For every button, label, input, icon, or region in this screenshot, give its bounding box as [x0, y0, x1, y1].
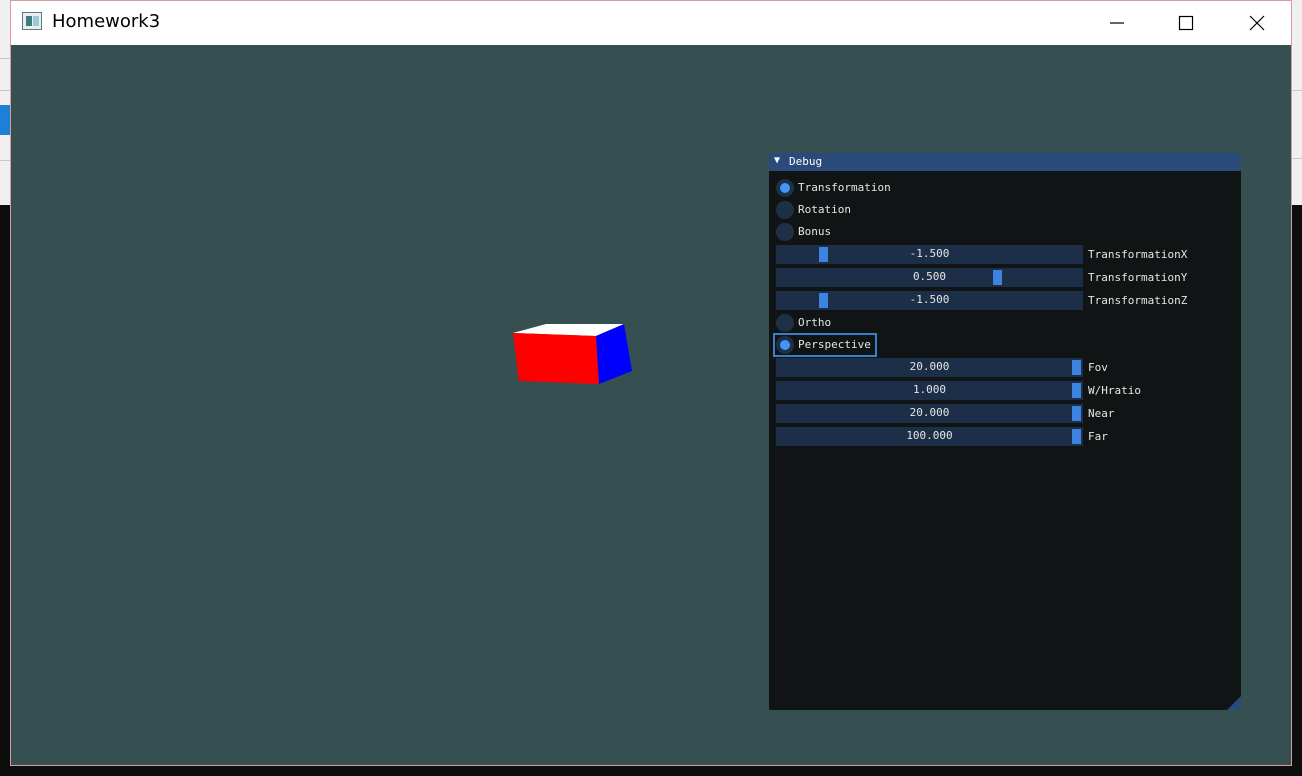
slider-label: Fov: [1088, 361, 1108, 374]
close-button[interactable]: [1234, 1, 1280, 45]
radio-button[interactable]: [776, 314, 794, 332]
slider-row-far: 100.000 Far: [769, 427, 1241, 447]
radio-transformation[interactable]: Transformation: [769, 178, 1241, 198]
debug-title-bar[interactable]: ▼ Debug: [769, 153, 1241, 171]
radio-label: Perspective: [798, 338, 871, 351]
minimize-icon: [1110, 22, 1124, 24]
slider-row-fov: 20.000 Fov: [769, 358, 1241, 378]
slider-value: 20.000: [909, 360, 950, 373]
slider-label: TransformationX: [1088, 248, 1188, 261]
radio-rotation[interactable]: Rotation: [769, 200, 1241, 220]
slider-transformation-z[interactable]: -1.500: [776, 291, 1083, 310]
slider-far[interactable]: 100.000: [776, 427, 1083, 446]
window-title: Homework3: [52, 11, 161, 32]
slider-transformation-y[interactable]: 0.500: [776, 268, 1083, 287]
slider-value: -1.500: [909, 247, 950, 260]
minimize-button[interactable]: [1094, 1, 1140, 45]
triangle-down-icon[interactable]: ▼: [774, 155, 780, 166]
radio-label: Bonus: [798, 225, 832, 238]
slider-transformation-x[interactable]: -1.500: [776, 245, 1083, 264]
slider-label: Near: [1088, 407, 1115, 420]
radio-button[interactable]: [776, 336, 794, 354]
slider-label: TransformationZ: [1088, 294, 1188, 307]
radio-perspective[interactable]: Perspective: [769, 333, 1241, 357]
slider-label: W/Hratio: [1088, 384, 1141, 397]
radio-button[interactable]: [776, 223, 794, 241]
slider-value: 100.000: [906, 429, 953, 442]
maximize-icon: [1178, 15, 1194, 31]
radio-label: Ortho: [798, 316, 832, 329]
slider-value: -1.500: [909, 293, 950, 306]
maximize-button[interactable]: [1163, 1, 1209, 45]
radio-ortho[interactable]: Ortho: [769, 313, 1241, 333]
resize-grip[interactable]: [1227, 696, 1241, 710]
radio-label: Rotation: [798, 203, 851, 216]
radio-button[interactable]: [776, 201, 794, 219]
debug-title: Debug: [789, 155, 823, 168]
slider-label: Far: [1088, 430, 1108, 443]
cube-front-face: [513, 333, 599, 384]
slider-wh-ratio[interactable]: 1.000: [776, 381, 1083, 400]
render-viewport[interactable]: ▼ Debug Transformation Rotation Bonus -1…: [11, 45, 1291, 765]
slider-row-transformation-x: -1.500 TransformationX: [769, 245, 1241, 265]
cube-model: [513, 324, 632, 384]
slider-value: 0.500: [912, 270, 947, 283]
slider-label: TransformationY: [1088, 271, 1188, 284]
slider-near[interactable]: 20.000: [776, 404, 1083, 423]
app-window: Homework3 ▼ Debug Transformation Rotatio…: [10, 0, 1292, 766]
slider-row-near: 20.000 Near: [769, 404, 1241, 424]
slider-value: 1.000: [912, 383, 947, 396]
slider-row-wh-ratio: 1.000 W/Hratio: [769, 381, 1241, 401]
radio-label: Transformation: [798, 181, 891, 194]
slider-row-transformation-z: -1.500 TransformationZ: [769, 291, 1241, 311]
slider-value: 20.000: [909, 406, 950, 419]
background-app-right: [1291, 0, 1302, 205]
slider-row-transformation-y: 0.500 TransformationY: [769, 268, 1241, 288]
radio-bonus[interactable]: Bonus: [769, 222, 1241, 242]
debug-window[interactable]: ▼ Debug Transformation Rotation Bonus -1…: [769, 153, 1241, 710]
close-icon: [1249, 15, 1265, 31]
radio-button[interactable]: [776, 179, 794, 197]
app-icon[interactable]: [22, 12, 42, 30]
title-bar[interactable]: Homework3: [11, 1, 1291, 45]
slider-fov[interactable]: 20.000: [776, 358, 1083, 377]
